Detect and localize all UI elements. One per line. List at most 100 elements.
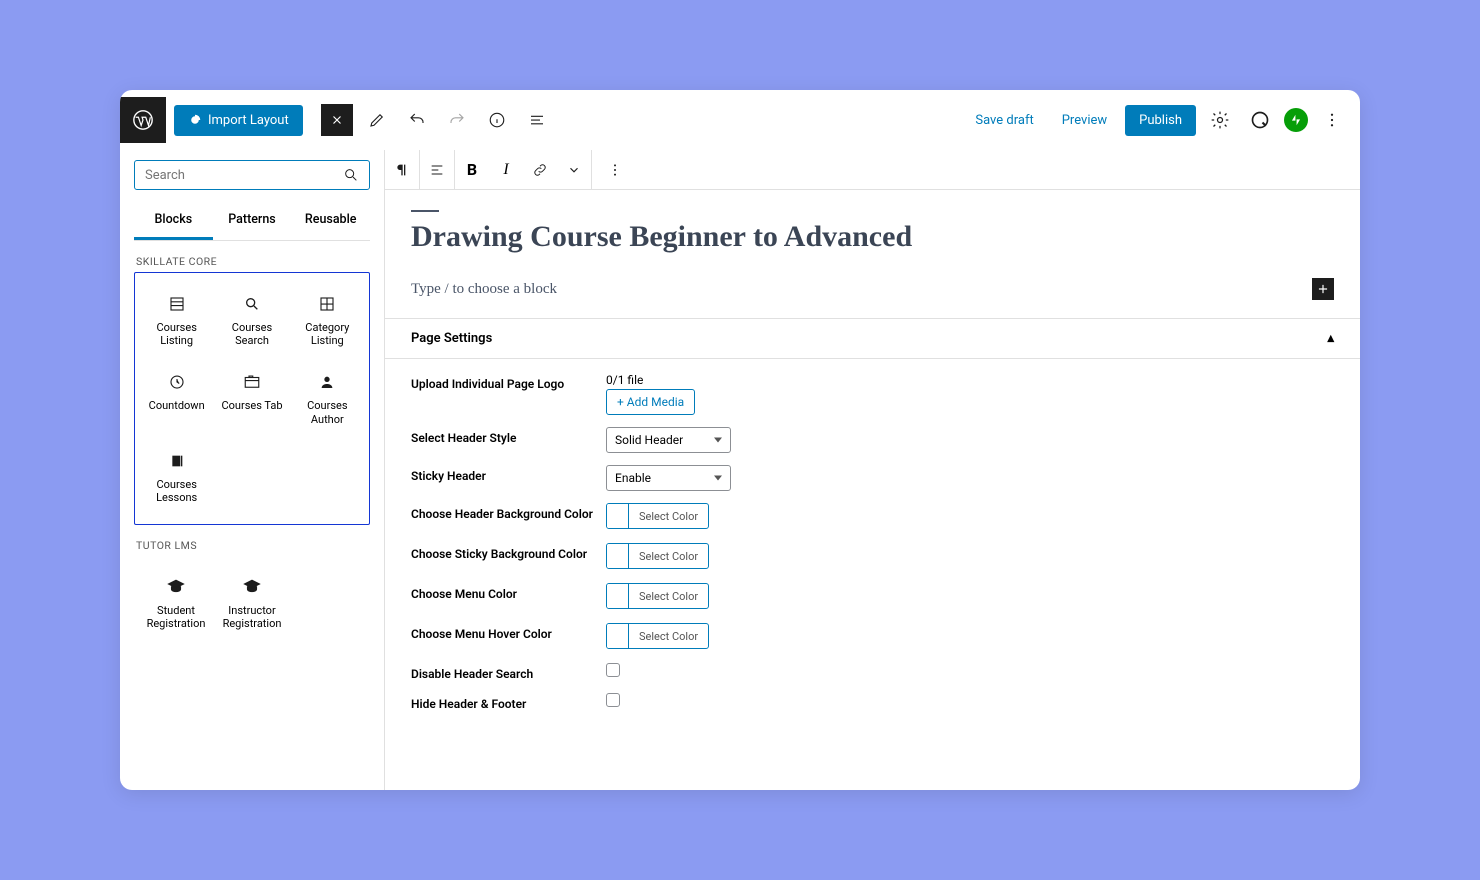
save-draft-button[interactable]: Save draft [965, 107, 1043, 134]
align-icon [429, 162, 445, 178]
block-instructor-registration[interactable]: Instructor Registration [216, 566, 288, 640]
editor-window: Import Layout Save draft Preview Publish… [120, 90, 1360, 790]
block-appender[interactable]: Type / to choose a block [411, 278, 1334, 318]
block-courses-author[interactable]: Courses Author [292, 361, 363, 435]
search-icon [244, 293, 260, 315]
label-hide-header-footer: Hide Header & Footer [411, 693, 606, 711]
section-tutor: TUTOR LMS [136, 539, 368, 552]
jetpack-icon [1289, 113, 1303, 127]
color-menu-hover[interactable]: Select Color [606, 623, 709, 649]
block-category-listing[interactable]: Category Listing [292, 283, 363, 357]
person-icon [319, 371, 335, 393]
block-toolbar: B I [385, 150, 1360, 190]
block-courses-lessons[interactable]: Courses Lessons [141, 440, 212, 514]
add-media-button[interactable]: + Add Media [606, 389, 695, 415]
label-menu-color: Choose Menu Color [411, 583, 606, 601]
block-student-registration[interactable]: Student Registration [140, 566, 212, 640]
graduation-icon [243, 576, 261, 598]
info-icon [488, 111, 506, 129]
label-disable-search: Disable Header Search [411, 663, 606, 681]
select-header-style[interactable]: Solid Header [606, 427, 731, 453]
label-upload-logo: Upload Individual Page Logo [411, 373, 606, 391]
color-swatch [607, 584, 629, 608]
tab-patterns[interactable]: Patterns [213, 202, 292, 240]
search-input-wrapper[interactable] [134, 160, 370, 190]
color-header-bg[interactable]: Select Color [606, 503, 709, 529]
more-icon [607, 162, 623, 178]
block-inserter: Blocks Patterns Reusable SKILLATE CORE C… [120, 150, 385, 790]
close-button[interactable] [321, 104, 353, 136]
block-courses-search[interactable]: Courses Search [216, 283, 287, 357]
settings-body: Upload Individual Page Logo0/1 file + Add… [385, 359, 1360, 717]
list-icon [168, 293, 186, 315]
publish-button[interactable]: Publish [1125, 105, 1196, 136]
undo-button[interactable] [401, 104, 433, 136]
pilcrow-icon [394, 162, 410, 178]
editor-main: B I Drawing Course Beginner to Advanced … [385, 150, 1360, 790]
redo-icon [448, 111, 466, 129]
search-icon [343, 167, 359, 183]
qubely-button[interactable] [1244, 104, 1276, 136]
link-tool[interactable] [523, 150, 557, 189]
gear-icon [1210, 110, 1230, 130]
tab-reusable[interactable]: Reusable [291, 202, 370, 240]
checkbox-disable-search[interactable] [606, 663, 620, 677]
align-tool[interactable] [420, 150, 454, 189]
skillate-blocks: Courses Listing Courses Search Category … [134, 272, 370, 525]
tutor-blocks: Student Registration Instructor Registra… [134, 556, 370, 650]
edit-button[interactable] [361, 104, 393, 136]
collapse-icon: ▴ [1327, 331, 1334, 346]
section-skillate: SKILLATE CORE [136, 255, 368, 268]
color-swatch [607, 544, 629, 568]
wordpress-logo[interactable] [120, 97, 166, 143]
block-courses-tab[interactable]: Courses Tab [216, 361, 287, 435]
editor-body: Blocks Patterns Reusable SKILLATE CORE C… [120, 150, 1360, 790]
label-sticky-header: Sticky Header [411, 465, 606, 483]
jetpack-button[interactable] [1284, 108, 1308, 132]
label-menu-hover: Choose Menu Hover Color [411, 623, 606, 641]
preview-button[interactable]: Preview [1052, 107, 1117, 134]
checkbox-hide-header-footer[interactable] [606, 693, 620, 707]
close-icon [330, 113, 344, 127]
grid-icon [318, 293, 336, 315]
editor-content: Drawing Course Beginner to Advanced Type… [385, 190, 1360, 737]
qubely-icon [1250, 110, 1270, 130]
file-count: 0/1 file [606, 373, 1334, 387]
outline-button[interactable] [521, 104, 553, 136]
tab-blocks[interactable]: Blocks [134, 202, 213, 240]
select-sticky-header[interactable]: Enable [606, 465, 731, 491]
settings-button[interactable] [1204, 104, 1236, 136]
color-menu[interactable]: Select Color [606, 583, 709, 609]
block-countdown[interactable]: Countdown [141, 361, 212, 435]
pencil-icon [368, 111, 386, 129]
info-button[interactable] [481, 104, 513, 136]
tab-icon [243, 371, 261, 393]
more-button[interactable] [1316, 104, 1348, 136]
inserter-tabs: Blocks Patterns Reusable [134, 202, 370, 241]
italic-tool[interactable]: I [489, 150, 523, 189]
chevron-tool[interactable] [557, 150, 591, 189]
topbar: Import Layout Save draft Preview Publish [120, 90, 1360, 150]
chevron-down-icon [567, 163, 581, 177]
bold-tool[interactable]: B [455, 150, 489, 189]
redo-button[interactable] [441, 104, 473, 136]
paragraph-tool[interactable] [385, 150, 419, 189]
clock-icon [168, 371, 186, 393]
label-header-style: Select Header Style [411, 427, 606, 445]
settings-header[interactable]: Page Settings ▴ [385, 319, 1360, 359]
plus-icon [1316, 282, 1330, 296]
add-block-button[interactable] [1312, 278, 1334, 300]
toolbar-more[interactable] [598, 162, 632, 178]
search-input[interactable] [145, 168, 343, 183]
block-courses-listing[interactable]: Courses Listing [141, 283, 212, 357]
title-accent [411, 210, 439, 212]
undo-icon [408, 111, 426, 129]
more-icon [1323, 111, 1341, 129]
color-swatch [607, 624, 629, 648]
book-icon [169, 450, 185, 472]
graduation-icon [167, 576, 185, 598]
color-sticky-bg[interactable]: Select Color [606, 543, 709, 569]
color-swatch [607, 504, 629, 528]
import-layout-button[interactable]: Import Layout [174, 105, 303, 136]
page-title[interactable]: Drawing Course Beginner to Advanced [411, 220, 1334, 254]
